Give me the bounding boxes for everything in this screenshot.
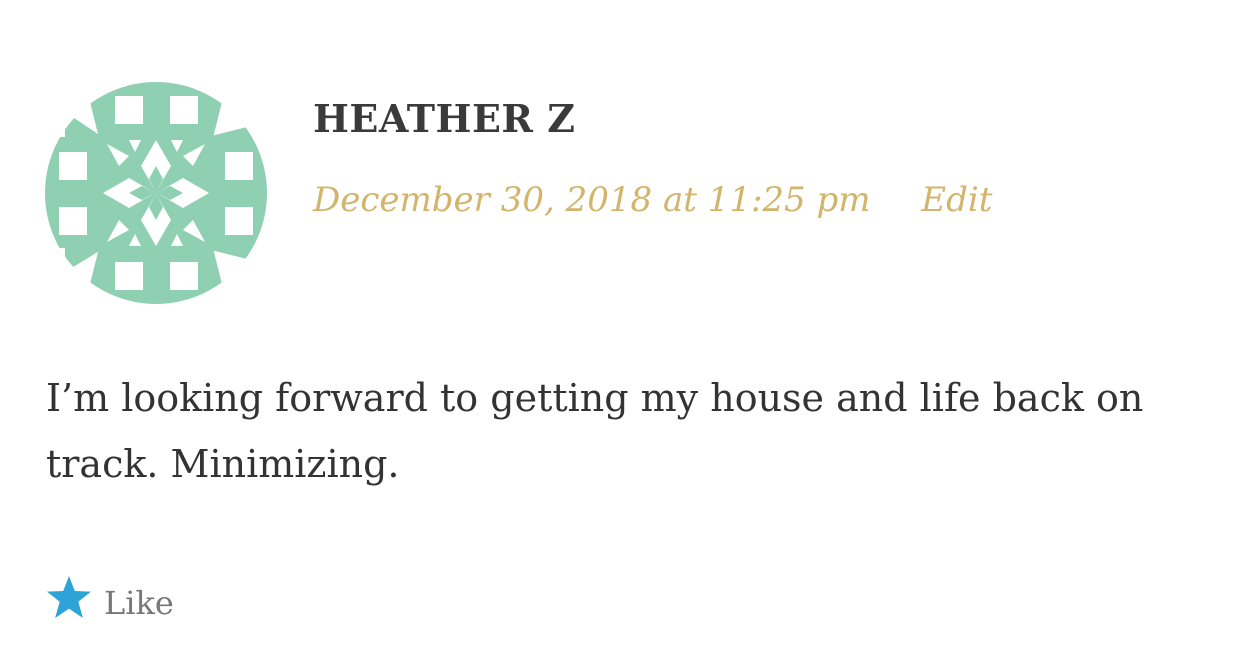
comment-date-link[interactable]: December 30, 2018 at 11:25 pm xyxy=(313,180,870,220)
comment-author[interactable]: HEATHER Z xyxy=(313,96,575,141)
comment-text: I’m looking forward to getting my house … xyxy=(46,376,1144,486)
like-label: Like xyxy=(104,584,174,622)
edit-link[interactable]: Edit xyxy=(921,180,992,220)
avatar[interactable] xyxy=(45,82,267,304)
comment: HEATHER Z December 30, 2018 at 11:25 pm … xyxy=(0,0,1242,672)
like-button[interactable]: Like xyxy=(46,572,174,622)
comment-meta: December 30, 2018 at 11:25 pm Edit xyxy=(313,180,992,220)
identicon-icon xyxy=(45,82,267,304)
star-icon xyxy=(47,576,91,618)
